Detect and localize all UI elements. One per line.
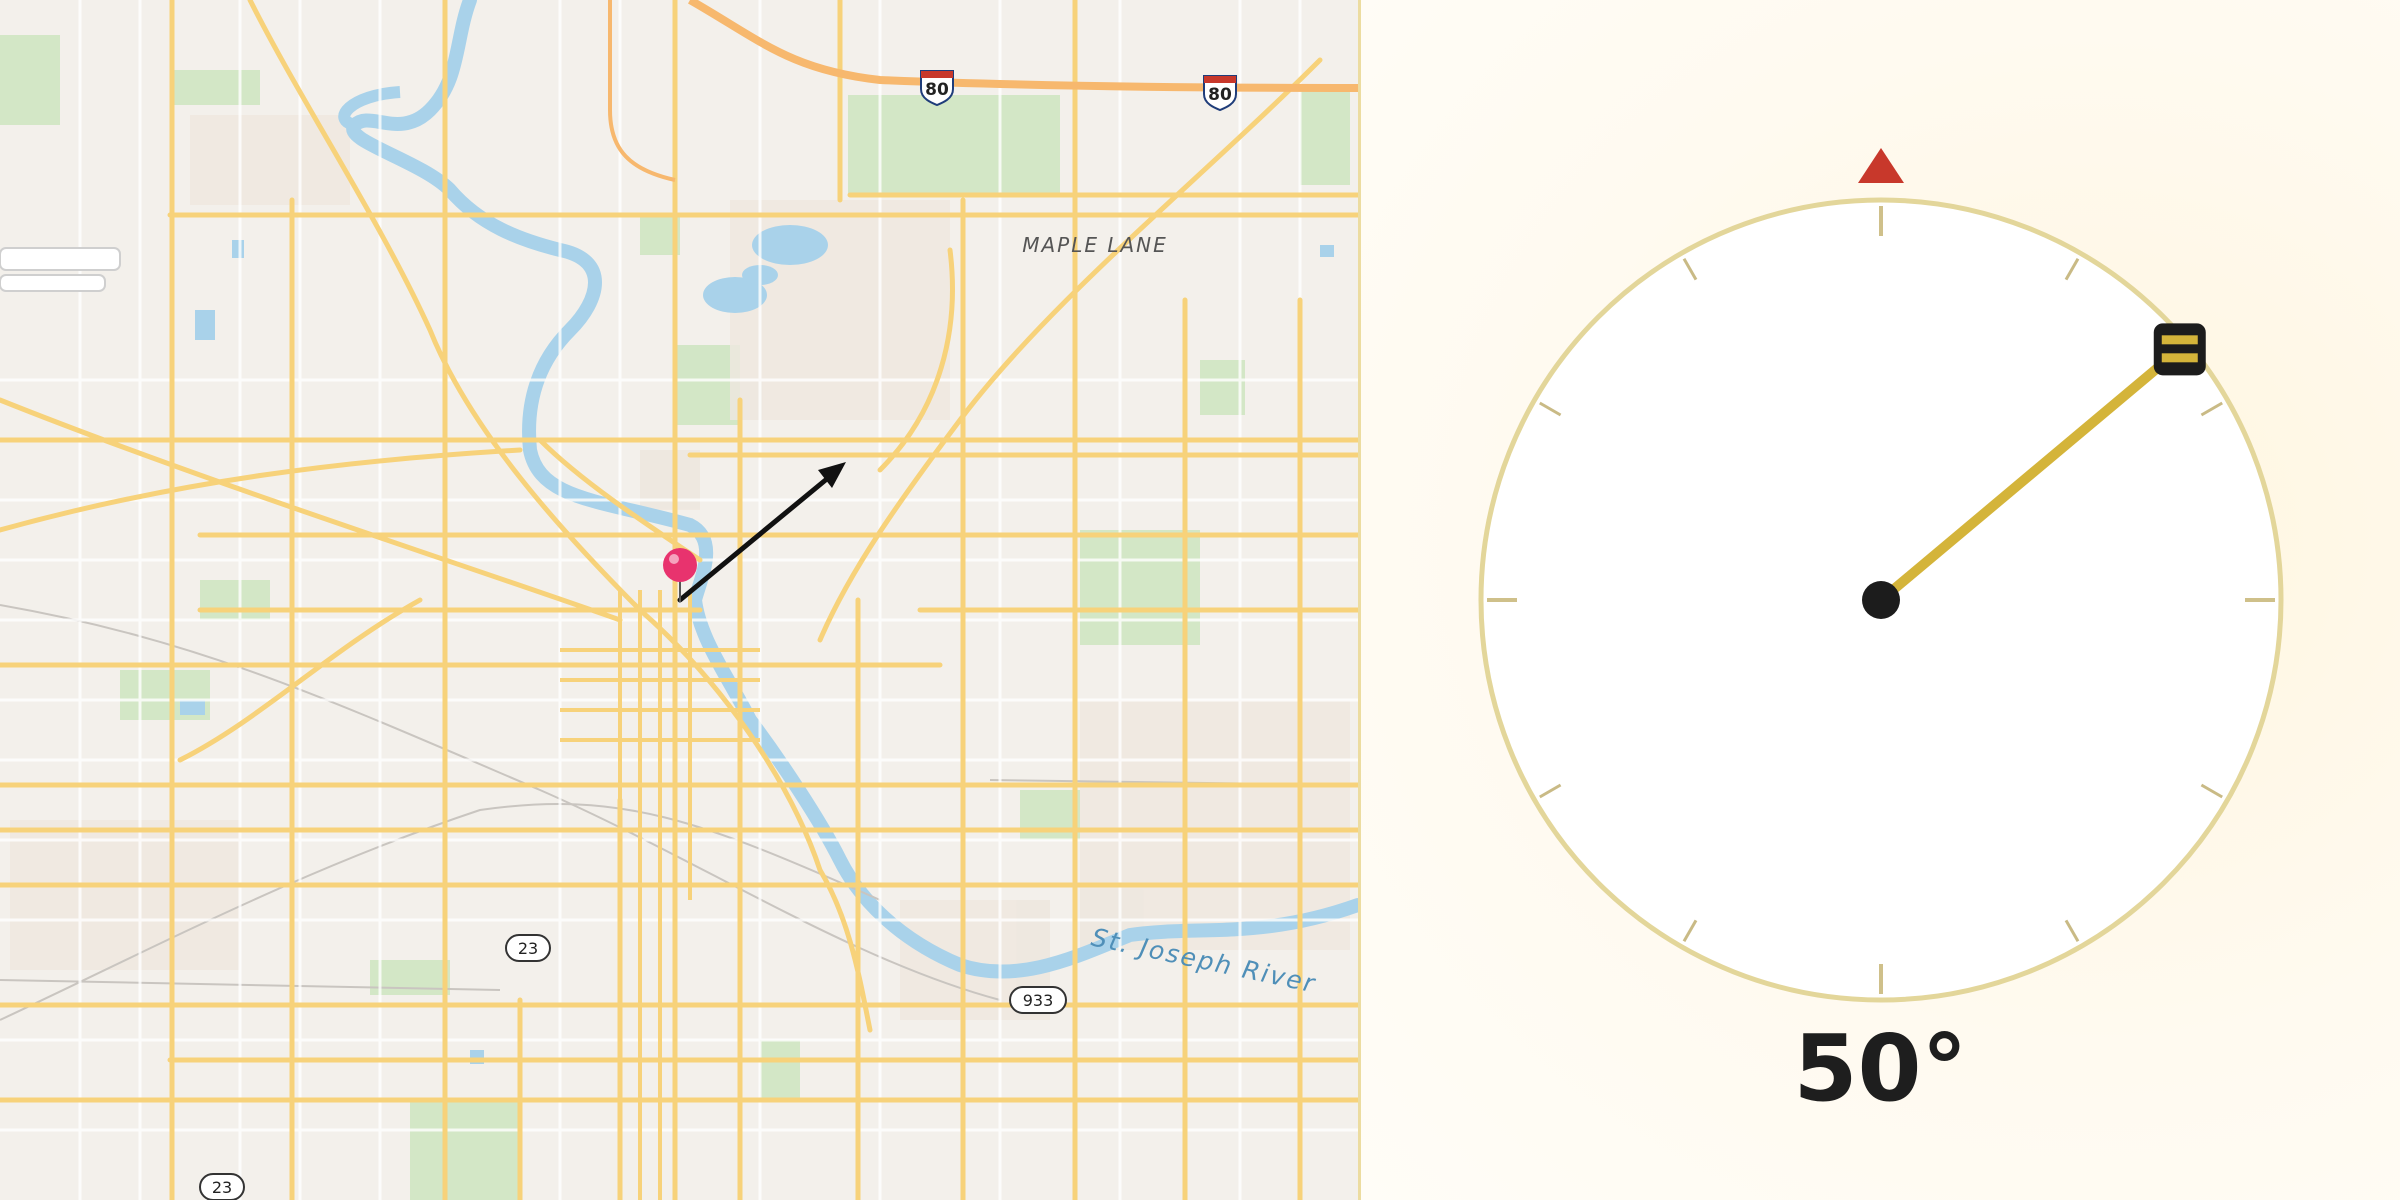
place-label: MAPLE LANE — [1022, 233, 1168, 257]
svg-text:80: 80 — [925, 80, 949, 100]
app-root: MAPLE LANE St. Joseph River 80 80 23 23 — [0, 0, 2400, 1200]
needle-handle-icon[interactable] — [2153, 323, 2206, 376]
compass-center-hub — [1862, 581, 1900, 619]
svg-text:23: 23 — [212, 1178, 232, 1197]
heading-readout: 50° — [1793, 1015, 1968, 1122]
interstate-shield: 80 — [920, 70, 954, 107]
airport — [0, 247, 121, 292]
north-marker-icon — [1858, 148, 1904, 183]
route-shield: 23 — [199, 1173, 245, 1200]
interstate-shield: 80 — [1203, 75, 1237, 112]
map-view[interactable]: MAPLE LANE St. Joseph River 80 80 23 23 — [0, 0, 1358, 1200]
svg-text:933: 933 — [1023, 991, 1054, 1010]
svg-text:23: 23 — [518, 939, 538, 958]
map-canvas[interactable]: MAPLE LANE St. Joseph River 80 80 23 23 — [0, 0, 1358, 1200]
svg-text:80: 80 — [1208, 85, 1232, 105]
route-shield: 23 — [505, 934, 551, 962]
route-shield: 933 — [1009, 986, 1067, 1014]
